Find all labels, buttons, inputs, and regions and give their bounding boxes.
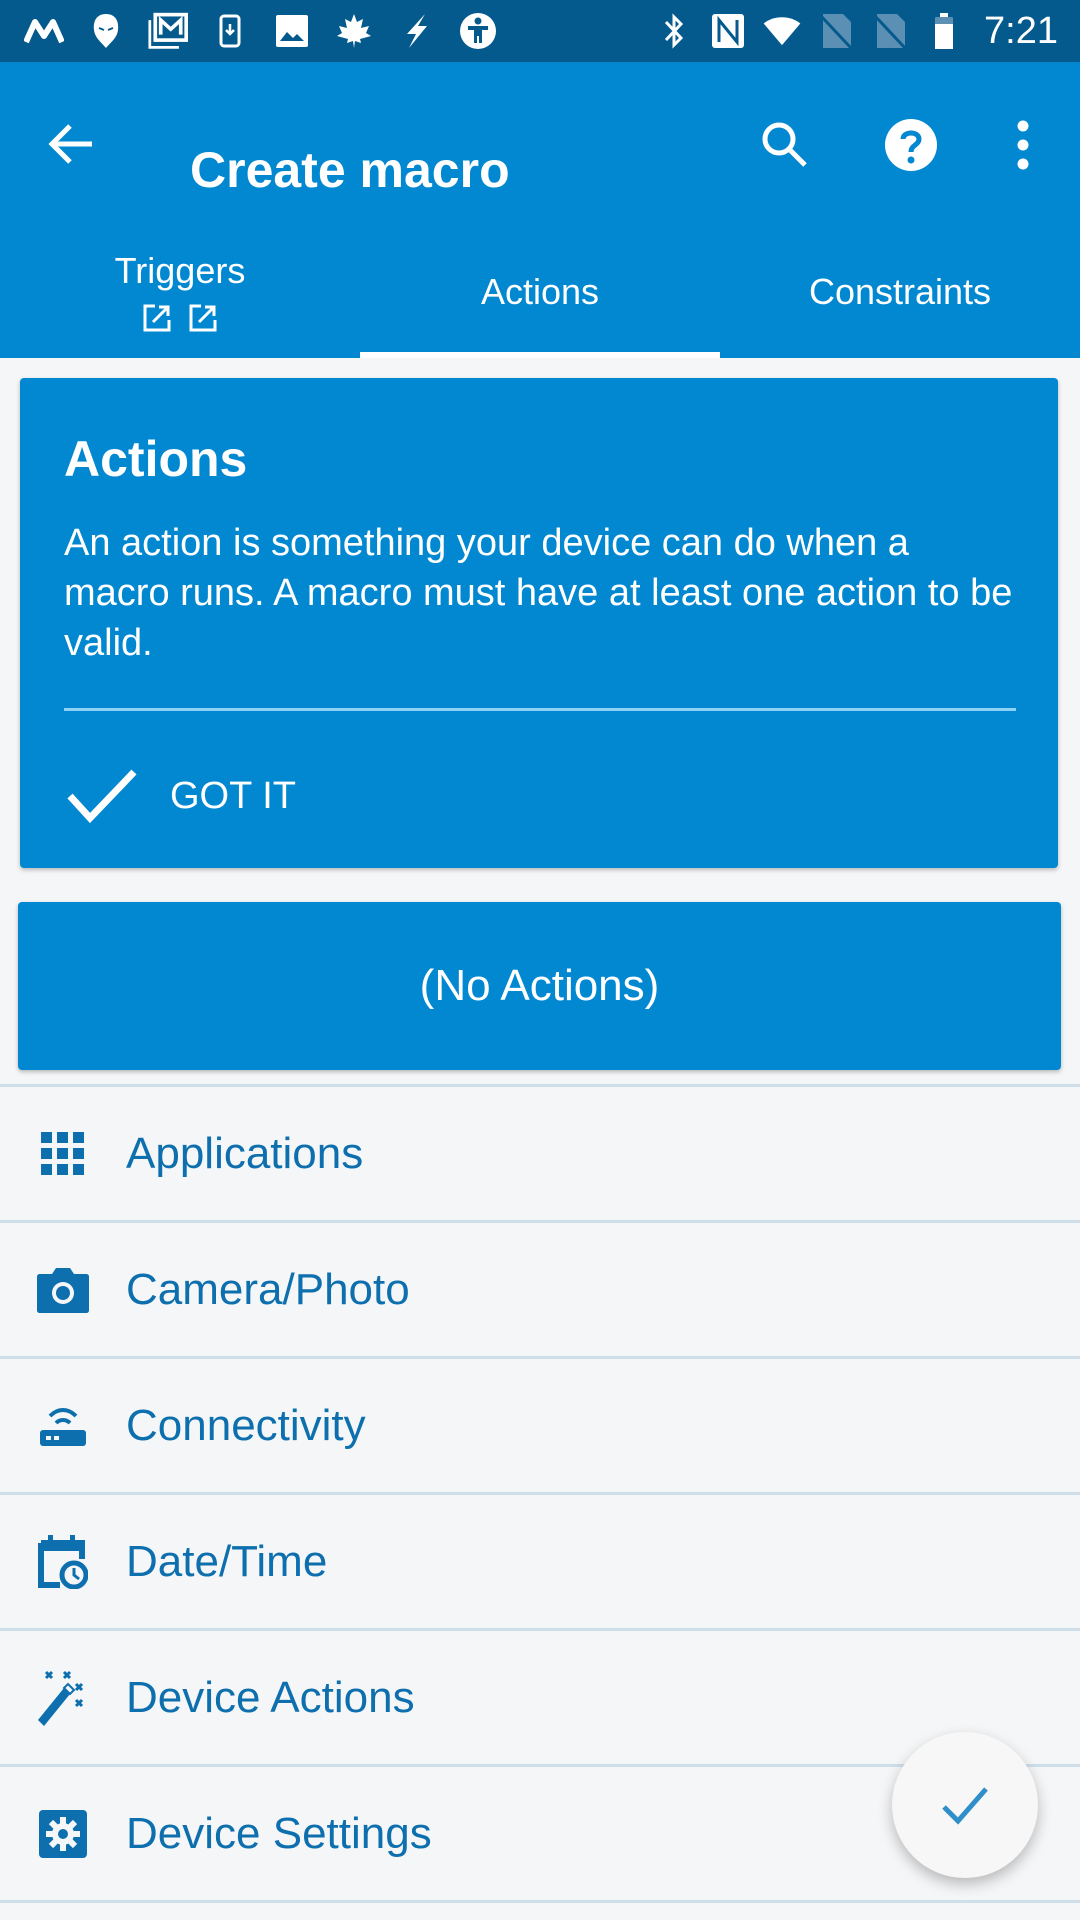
no-actions-label: (No Actions) xyxy=(419,961,660,1010)
search-icon xyxy=(762,122,807,167)
got-it-label: GOT IT xyxy=(170,774,296,817)
tab-indicator xyxy=(360,352,720,358)
accessibility-icon xyxy=(458,11,498,51)
category-label: Applications xyxy=(126,1128,364,1178)
back-button[interactable] xyxy=(40,112,104,176)
tab-label: Actions xyxy=(480,271,600,312)
settings-box-icon xyxy=(28,1799,98,1869)
nfc-icon xyxy=(708,11,748,51)
no-sim-icon xyxy=(816,11,856,51)
camera-icon xyxy=(28,1255,98,1325)
wifi-icon xyxy=(762,11,802,51)
category-label: Camera/Photo xyxy=(126,1264,410,1314)
tab-label: Triggers xyxy=(114,250,246,291)
more-options-button[interactable] xyxy=(988,110,1058,180)
category-device-actions[interactable]: Device Actions xyxy=(0,1628,1080,1764)
divider xyxy=(64,708,1016,711)
check-icon xyxy=(942,1787,988,1825)
mask-icon xyxy=(86,11,126,51)
divider xyxy=(0,1900,1080,1903)
bluetooth-icon xyxy=(654,11,694,51)
more-vert-icon xyxy=(1017,120,1029,170)
category-label: Connectivity xyxy=(126,1400,366,1450)
image-icon xyxy=(272,11,312,51)
magic-wand-icon xyxy=(28,1663,98,1733)
help-button[interactable] xyxy=(876,110,946,180)
check-icon xyxy=(67,769,137,824)
calendar-clock-icon xyxy=(28,1527,98,1597)
maple-leaf-icon xyxy=(334,11,374,51)
tab-label: Constraints xyxy=(808,271,992,312)
category-label: Date/Time xyxy=(126,1536,328,1586)
m-logo-icon xyxy=(24,11,64,51)
search-button[interactable] xyxy=(750,110,820,180)
got-it-button[interactable]: GOT IT xyxy=(64,756,296,836)
clock: 7:21 xyxy=(984,9,1058,52)
category-camera-photo[interactable]: Camera/Photo xyxy=(0,1220,1080,1356)
apps-grid-icon xyxy=(28,1119,98,1189)
category-applications[interactable]: Applications xyxy=(0,1084,1080,1220)
category-connectivity[interactable]: Connectivity xyxy=(0,1356,1080,1492)
lightning-icon xyxy=(396,11,436,51)
tab-actions[interactable]: Actions xyxy=(360,226,720,358)
info-card-title: Actions xyxy=(64,431,248,487)
phone-download-icon xyxy=(210,11,250,51)
tab-bar: Triggers Actions Constraints xyxy=(0,226,1080,358)
info-card: Actions An action is something your devi… xyxy=(20,378,1058,868)
category-date-time[interactable]: Date/Time xyxy=(0,1492,1080,1628)
status-bar: 7:21 xyxy=(0,0,1080,62)
actions-summary[interactable]: (No Actions) xyxy=(18,902,1061,1070)
open-external-icon xyxy=(143,304,171,332)
tab-constraints[interactable]: Constraints xyxy=(720,226,1080,358)
arrow-back-icon xyxy=(48,124,92,164)
category-label: Device Actions xyxy=(126,1672,415,1722)
router-icon xyxy=(28,1391,98,1461)
gmail-icon xyxy=(148,11,188,51)
battery-icon xyxy=(924,11,964,51)
save-macro-fab[interactable] xyxy=(892,1732,1038,1878)
help-icon xyxy=(885,119,937,171)
page-title: Create macro xyxy=(190,142,510,198)
info-card-body: An action is something your device can d… xyxy=(64,522,1013,664)
open-external-icon xyxy=(189,304,217,332)
tab-triggers[interactable]: Triggers xyxy=(0,226,360,358)
no-sim-icon xyxy=(870,11,910,51)
app-bar: Create macro Triggers Actions Constraint… xyxy=(0,62,1080,358)
category-label: Device Settings xyxy=(126,1808,432,1858)
